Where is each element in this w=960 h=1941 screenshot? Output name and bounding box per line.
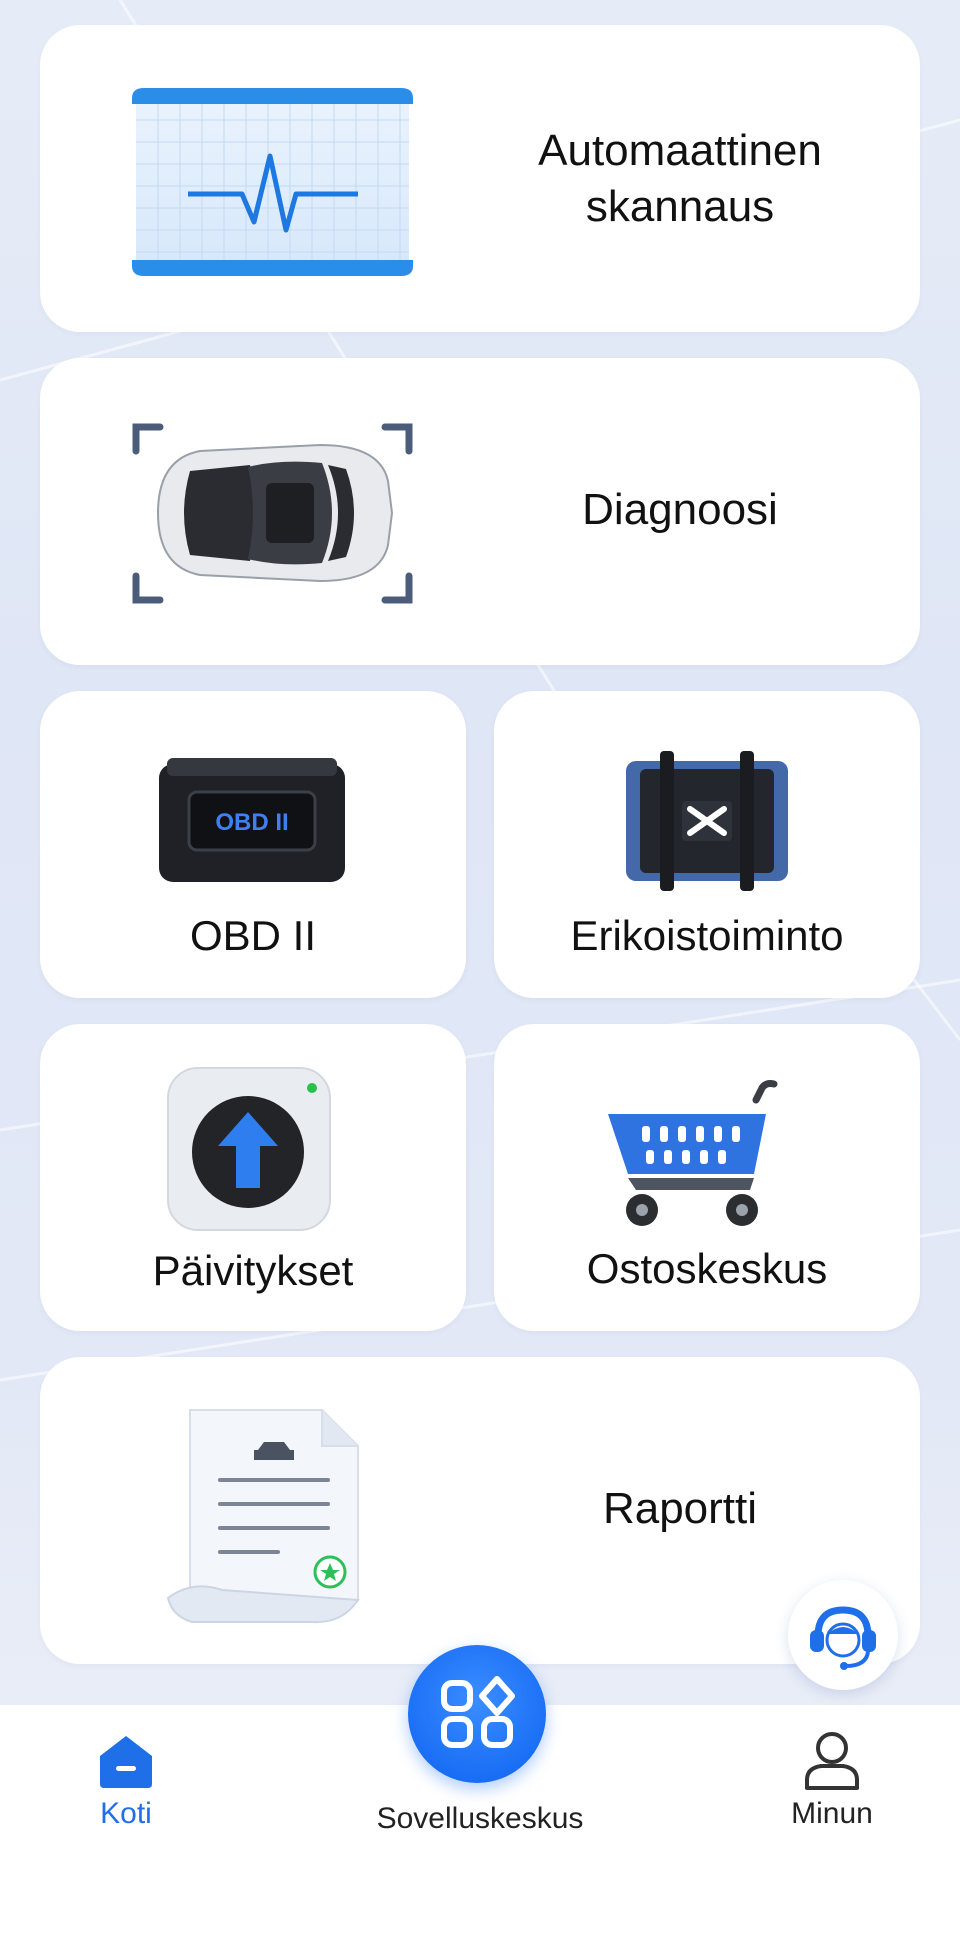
user-icon <box>805 1732 859 1790</box>
auto-scan-label-line1: Automaattinen <box>538 126 822 175</box>
toolbox-icon <box>626 751 788 891</box>
special-function-card[interactable]: Erikoistoiminto <box>494 691 920 998</box>
report-label: Raportti <box>602 1484 758 1533</box>
obd-card[interactable]: OBD II OBD II <box>40 691 466 998</box>
update-arrow-icon <box>167 1067 331 1231</box>
heartbeat-monitor-icon <box>132 88 413 276</box>
support-button[interactable] <box>788 1580 898 1690</box>
nav-home-label: Koti <box>100 1797 152 1830</box>
updates-label: Päivitykset <box>152 1247 354 1294</box>
diagnosis-card[interactable]: Diagnoosi <box>40 358 920 665</box>
apps-grid-icon <box>441 1676 515 1748</box>
home-icon <box>100 1736 152 1788</box>
car-top-view-icon <box>132 423 413 604</box>
nav-me[interactable]: Minun <box>782 1730 882 1831</box>
shop-card[interactable]: Ostoskeskus <box>494 1024 920 1331</box>
nav-me-label: Minun <box>791 1797 873 1830</box>
nav-app-center[interactable]: Sovelluskeskus <box>340 1802 620 1836</box>
obd-device-icon: OBD II <box>159 758 345 882</box>
app-center-button[interactable] <box>408 1645 546 1783</box>
shop-label: Ostoskeskus <box>586 1245 828 1292</box>
special-function-label: Erikoistoiminto <box>570 912 844 959</box>
auto-scan-label: Automaattinen skannaus <box>480 123 880 235</box>
nav-home[interactable]: Koti <box>76 1732 176 1831</box>
report-document-icon <box>166 1409 360 1624</box>
auto-scan-card[interactable]: Automaattinen skannaus <box>40 25 920 332</box>
nav-app-center-label: Sovelluskeskus <box>376 1802 584 1835</box>
obd-label: OBD II <box>189 912 317 959</box>
diagnosis-label: Diagnoosi <box>582 485 778 534</box>
auto-scan-label-line2: skannaus <box>585 181 775 231</box>
updates-card[interactable]: Päivitykset <box>40 1024 466 1331</box>
headset-support-icon <box>810 1606 876 1670</box>
obd-device-text: OBD II <box>215 809 288 836</box>
shopping-cart-icon <box>608 1080 778 1226</box>
